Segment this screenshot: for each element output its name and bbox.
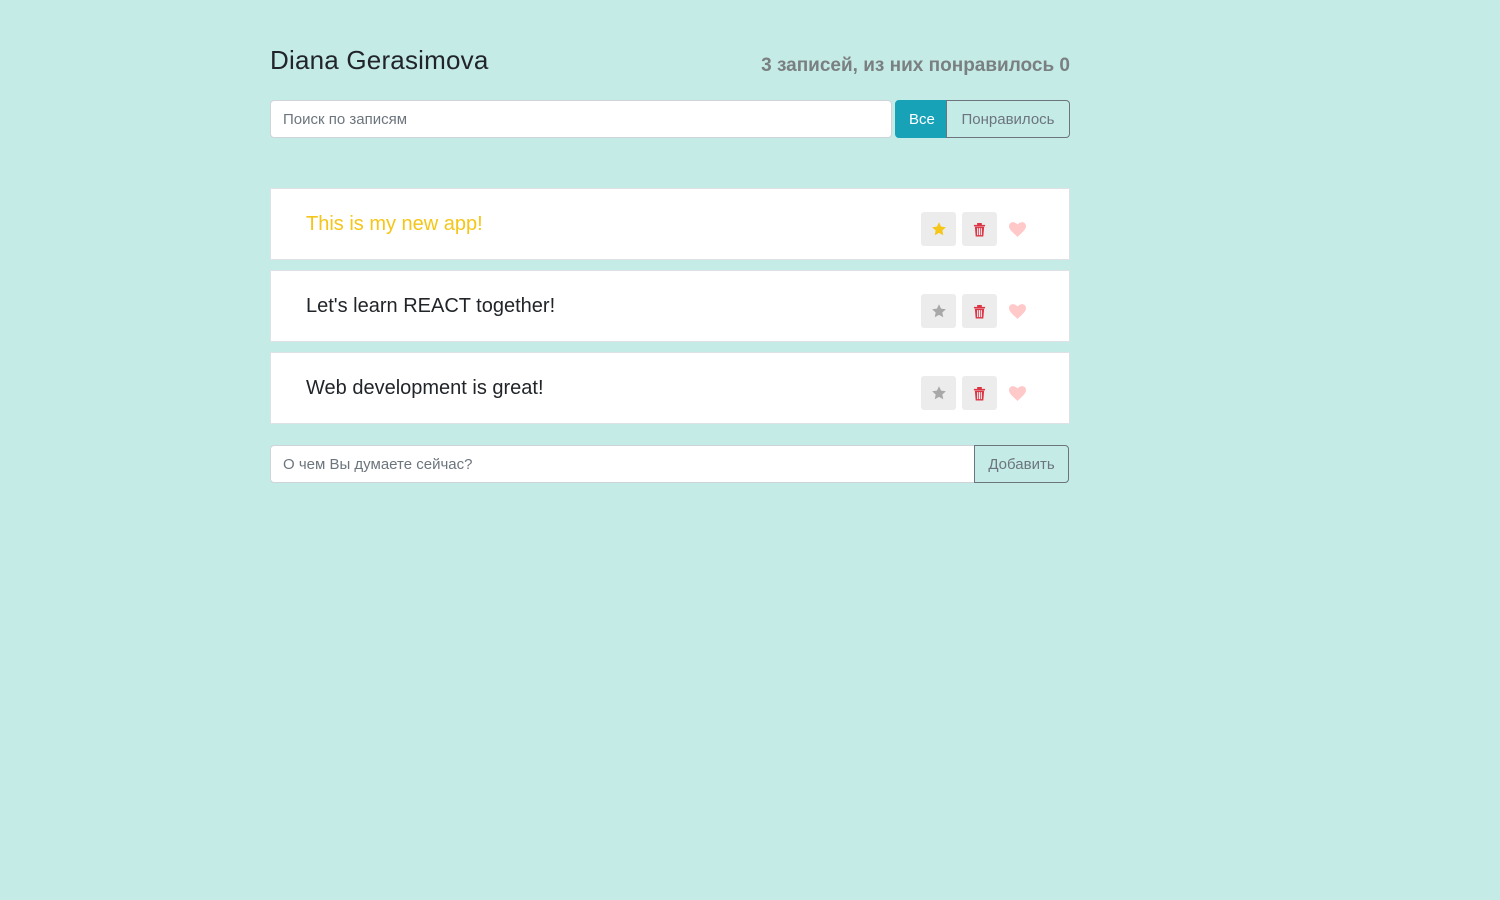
star-button[interactable] — [921, 376, 956, 410]
like-indicator — [1005, 212, 1029, 246]
post-list-item: This is my new app! — [270, 188, 1070, 260]
post-actions — [915, 376, 1029, 410]
post-add-form: Добавить — [270, 445, 1070, 483]
app-header: Diana Gerasimova 3 записей, из них понра… — [270, 0, 1070, 100]
star-button[interactable] — [921, 212, 956, 246]
new-post-input[interactable] — [270, 445, 975, 483]
heart-icon — [1008, 221, 1026, 237]
trash-icon — [973, 386, 986, 400]
like-indicator — [1005, 376, 1029, 410]
post-actions — [915, 212, 1029, 246]
add-post-button[interactable]: Добавить — [974, 445, 1069, 483]
posts-summary: 3 записей, из них понравилось 0 — [761, 55, 1070, 76]
search-panel: Все Понравилось — [270, 100, 1070, 138]
delete-button[interactable] — [962, 212, 997, 246]
filter-liked-button[interactable]: Понравилось — [946, 100, 1070, 138]
heart-icon — [1008, 385, 1026, 401]
post-list-item: Let's learn REACT together! — [270, 270, 1070, 342]
like-indicator — [1005, 294, 1029, 328]
post-actions — [915, 294, 1029, 328]
post-list-item: Web development is great! — [270, 352, 1070, 424]
app-container: Diana Gerasimova 3 записей, из них понра… — [270, 0, 1070, 483]
post-label[interactable]: This is my new app! — [306, 213, 483, 236]
trash-icon — [973, 304, 986, 318]
search-input[interactable] — [270, 100, 892, 138]
delete-button[interactable] — [962, 294, 997, 328]
star-icon — [931, 304, 946, 318]
filter-all-button[interactable]: Все — [895, 100, 946, 138]
page-title: Diana Gerasimova — [270, 45, 489, 75]
trash-icon — [973, 222, 986, 236]
filter-button-group: Все Понравилось — [895, 100, 1070, 138]
star-button[interactable] — [921, 294, 956, 328]
post-list: This is my new app! Let's learn REACT to… — [270, 188, 1070, 434]
post-label[interactable]: Let's learn REACT together! — [306, 295, 555, 318]
star-icon — [931, 222, 946, 236]
star-icon — [931, 386, 946, 400]
post-label[interactable]: Web development is great! — [306, 377, 544, 400]
delete-button[interactable] — [962, 376, 997, 410]
heart-icon — [1008, 303, 1026, 319]
